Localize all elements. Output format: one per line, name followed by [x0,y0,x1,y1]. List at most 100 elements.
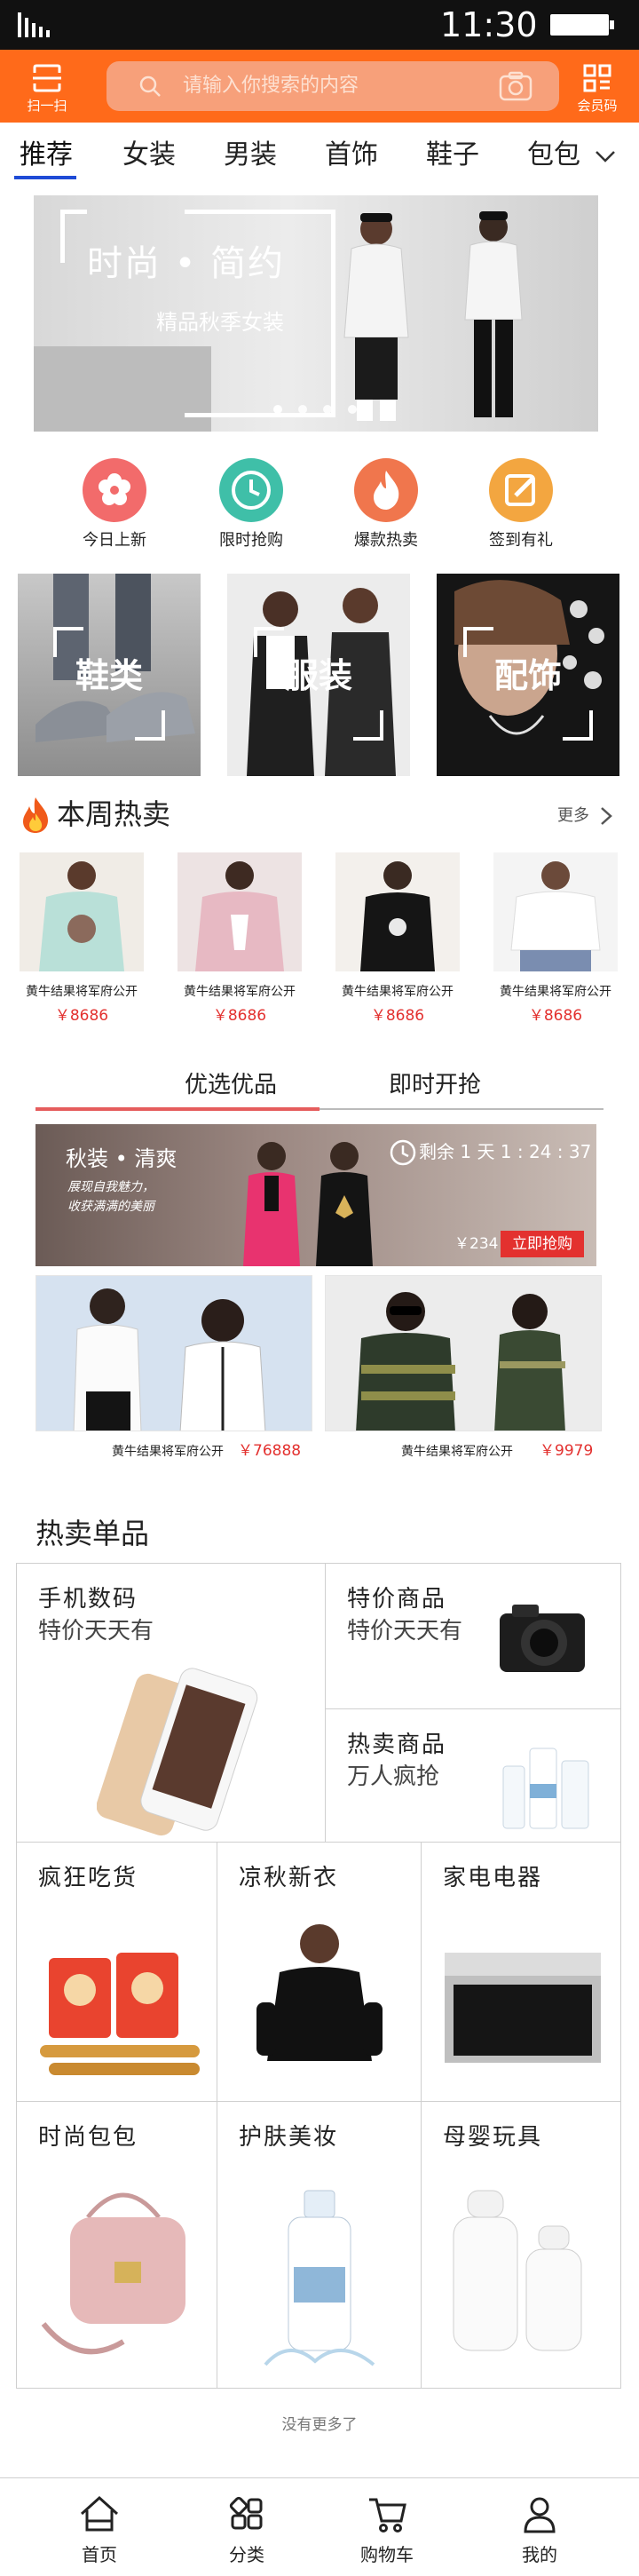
pick-image [36,1276,312,1431]
search-input[interactable]: 请输入你搜索的内容 [106,61,559,111]
nav-category[interactable]: 分类 [193,2493,300,2565]
product-image [493,852,618,971]
active-tab-indicator [36,1107,320,1111]
shortcut-label: 签到有礼 [489,531,553,550]
cell-title: 护肤美妆 [239,2124,339,2151]
cell-appliance[interactable]: 家电电器 [422,1843,620,2102]
product-name: 黄牛结果将军府公开 [112,1445,224,1459]
pagination-dot[interactable] [273,405,282,414]
category-tile-label: 服装 [284,656,352,695]
category-icon [229,2496,263,2530]
category-tile-label: 配饰 [493,656,562,695]
promo-slogan: 展现自我魅力， [67,1180,154,1194]
camera-icon[interactable] [499,71,532,101]
pick-meta: 黄牛结果将军府公开 ￥9979 [401,1442,593,1462]
member-code-button[interactable]: 会员码 [566,55,628,117]
product-card[interactable]: 黄牛结果将军府公开 ￥8686 [493,852,618,1025]
buy-now-button[interactable]: 立即抢购 [501,1231,584,1257]
cell-snacks[interactable]: 疯狂吃货 [17,1843,217,2102]
cell-title: 母婴玩具 [443,2124,543,2151]
cell-digital[interactable]: 手机数码 特价天天有 [17,1564,326,1843]
product-card[interactable]: 黄牛结果将军府公开 ￥8686 [178,852,302,1025]
autumn-wear-image [256,1924,383,2061]
product-card[interactable]: 黄牛结果将军府公开 ￥8686 [335,852,460,1025]
cell-hot-goods[interactable]: 热卖商品 万人疯抢 [326,1709,620,1843]
banner-pagination [273,405,357,414]
category-tile-clothing[interactable]: 服装 [227,574,410,776]
tile-corner [135,710,165,741]
cell-title: 手机数码 [38,1586,138,1613]
hero-banner[interactable]: 时尚 • 简约 精品秋季女装 [34,195,598,432]
cell-special[interactable]: 特价商品 特价天天有 [326,1564,620,1709]
status-bar: 11:30 [0,0,639,50]
oven-image [445,1953,601,2063]
category-tile-label: 鞋类 [75,656,143,695]
snacks-image [40,1953,200,2075]
timer-icon [390,1139,416,1166]
shortcut-label: 今日上新 [83,531,146,550]
nav-profile[interactable]: 我的 [486,2493,593,2565]
tab-shoes[interactable]: 鞋子 [426,139,479,172]
shortcut-checkin[interactable]: 签到有礼 [463,458,579,551]
shortcut-flash-sale[interactable]: 限时抢购 [193,458,309,551]
tab-picks[interactable]: 优选优品 [185,1071,277,1099]
product-name: 黄牛结果将军府公开 [401,1445,513,1459]
member-code-label: 会员码 [577,98,618,114]
more-link[interactable]: 更多 [557,806,589,826]
nav-label: 购物车 [360,2544,414,2565]
cell-baby[interactable]: 母婴玩具 [422,2102,620,2388]
active-tab-indicator [14,176,76,179]
product-name: 黄牛结果将军府公开 [26,985,138,999]
signal-icon [18,12,50,37]
cell-autumn-wear[interactable]: 凉秋新衣 [217,1843,422,2102]
pick-meta: 黄牛结果将军府公开 ￥76888 [112,1442,301,1462]
clock-icon [219,458,283,522]
banner-title: 时尚 • 简约 [87,243,286,284]
fire-icon [23,797,48,833]
product-name: 黄牛结果将军府公开 [500,985,611,999]
pick-product-image[interactable] [36,1275,312,1431]
search-icon [139,75,161,97]
product-image [178,852,302,971]
chevron-right-icon[interactable] [598,805,614,828]
singles-title: 热卖单品 [36,1517,150,1550]
pagination-dot[interactable] [323,405,332,414]
scan-button[interactable]: 扫一扫 [16,55,78,117]
user-icon [524,2497,556,2533]
cell-title: 时尚包包 [38,2124,138,2151]
tab-women[interactable]: 女装 [122,139,176,172]
bag-image [41,2192,185,2355]
promo-banner[interactable]: 秋装 • 清爽 展现自我魅力， 收获满满的美丽 剩余 1 天 1 : 24 : … [36,1124,596,1266]
cell-beauty[interactable]: 护肤美妆 [217,2102,422,2388]
shortcut-new-today[interactable]: 今日上新 [57,458,172,551]
tab-recommend[interactable]: 推荐 [20,139,73,172]
status-time: 11:30 [440,5,538,44]
nav-label: 我的 [522,2544,557,2565]
category-tile-shoes[interactable]: 鞋类 [18,574,201,776]
pick-product-image[interactable] [325,1275,602,1431]
top-header: 扫一扫 请输入你搜索的内容 会员码 [0,50,639,123]
tab-men[interactable]: 男装 [224,139,277,172]
cell-bags[interactable]: 时尚包包 [17,2102,217,2388]
nav-home[interactable]: 首页 [46,2493,153,2565]
promo-slogan: 收获满满的美丽 [67,1200,154,1214]
cell-title: 凉秋新衣 [239,1865,339,1891]
tile-corner [353,710,383,741]
bottom-nav: 首页 分类 购物车 我的 [0,2477,639,2576]
tab-flash[interactable]: 即时开抢 [389,1071,481,1099]
nav-cart[interactable]: 购物车 [334,2493,440,2565]
search-placeholder: 请输入你搜索的内容 [183,75,359,97]
tab-jewelry[interactable]: 首饰 [325,139,378,172]
pagination-dot[interactable] [298,405,307,414]
product-card[interactable]: 黄牛结果将军府公开 ￥8686 [20,852,144,1025]
category-tile-accessories[interactable]: 配饰 [437,574,619,776]
tile-corner [463,627,493,657]
shortcut-hot-items[interactable]: 爆款热卖 [328,458,444,551]
chevron-down-icon[interactable] [593,144,618,169]
tab-bags[interactable]: 包包 [527,139,580,172]
skincare-image [502,1748,589,1829]
promo-model-image [316,1142,373,1266]
pagination-dot[interactable] [348,405,357,414]
nav-label: 分类 [229,2544,264,2565]
product-price: ￥8686 [370,1007,425,1025]
